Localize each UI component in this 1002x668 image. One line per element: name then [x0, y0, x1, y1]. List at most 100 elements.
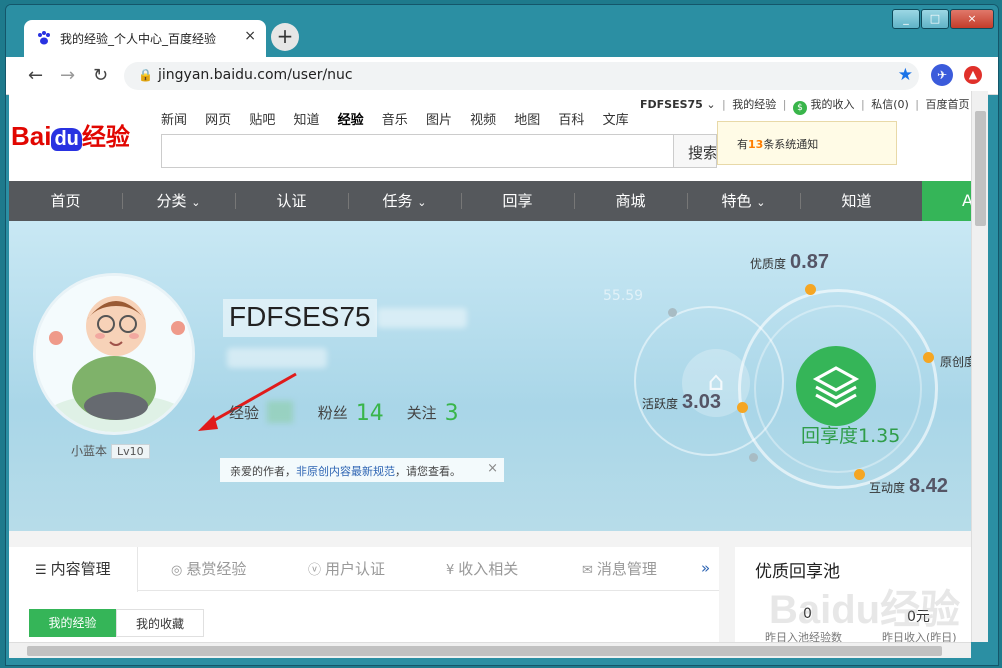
nav-baike[interactable]: 百科	[558, 113, 584, 128]
extension-upload-icon[interactable]: ▲	[964, 66, 982, 84]
main-nav-category-label: 分类	[156, 192, 187, 210]
policy-link[interactable]: 非原创内容最新规范	[296, 465, 395, 478]
main-nav-cert[interactable]: 认证	[235, 181, 348, 221]
yen-icon: ¥	[446, 563, 455, 578]
list-icon: ☰	[35, 563, 47, 578]
browser-tab[interactable]: 我的经验_个人中心_百度经验 ×	[24, 20, 266, 57]
nav-music[interactable]: 音乐	[382, 113, 408, 128]
my-income-link[interactable]: 我的收入	[810, 98, 854, 111]
tab-messages[interactable]: ✉ 消息管理	[582, 547, 657, 591]
original-label: 原创度	[940, 355, 971, 369]
more-tabs-icon[interactable]: »	[701, 559, 710, 577]
main-nav-home[interactable]: 首页	[9, 181, 122, 221]
nav-tieba[interactable]: 贴吧	[249, 113, 275, 128]
vertical-scroll-thumb[interactable]	[975, 111, 986, 226]
activity-value: 3.03	[682, 391, 721, 413]
chevron-down-icon: ⌄	[191, 196, 201, 209]
faint-metric: 55.59	[603, 288, 644, 304]
huixiang-metric: 回享度1.35	[801, 421, 900, 448]
fans-count[interactable]: 14	[356, 401, 384, 426]
follow-count[interactable]: 3	[445, 401, 459, 426]
nav-jingyan[interactable]: 经验	[338, 113, 364, 128]
minimize-button[interactable]: _	[892, 9, 920, 29]
policy-tip: 亲爱的作者，非原创内容最新规范，请您查看。 ×	[220, 458, 504, 482]
nav-video[interactable]: 视频	[470, 113, 496, 128]
maximize-button[interactable]: □	[921, 9, 949, 29]
main-nav-mall[interactable]: 商城	[574, 181, 687, 221]
bookmark-star-icon[interactable]: ★	[898, 65, 913, 85]
main-nav-tasks-label: 任务	[382, 192, 413, 210]
subtab-my-exp[interactable]: 我的经验	[29, 609, 116, 637]
horizontal-scrollbar[interactable]	[9, 642, 971, 658]
user-name-link[interactable]: FDFSES75	[640, 98, 703, 111]
activity-dot	[737, 402, 748, 413]
close-window-button[interactable]: ×	[950, 9, 994, 29]
nav-zhidao[interactable]: 知道	[293, 113, 319, 128]
back-icon[interactable]: ←	[28, 65, 43, 86]
horizontal-scroll-thumb[interactable]	[27, 646, 942, 656]
avatar[interactable]	[33, 273, 195, 435]
logo-jingyan: 经验	[81, 124, 130, 151]
tab-title: 我的经验_个人中心_百度经验	[60, 32, 217, 46]
main-nav-zhidao[interactable]: 知道	[800, 181, 913, 221]
user-bar: FDFSES75 ⌄ | 我的经验 | $ 我的收入 | 私信(0) | 百度首…	[640, 98, 970, 115]
notify-count: 13	[748, 138, 764, 151]
main-nav: 首页 分类 ⌄ 认证 任务 ⌄ 回享 商城 特色 ⌄ 知道 A	[9, 181, 971, 221]
search-button[interactable]: 搜索经验	[673, 134, 717, 168]
tab-user-cert[interactable]: ⓥ 用户认证	[308, 547, 385, 591]
search-input[interactable]	[161, 134, 673, 168]
tab-income[interactable]: ¥ 收入相关	[446, 547, 518, 591]
baidu-paw-icon	[38, 31, 50, 45]
vertical-scrollbar[interactable]	[971, 91, 988, 642]
tab-content-management[interactable]: ☰ 内容管理	[9, 547, 138, 592]
tab-bounty[interactable]: ◎ 悬赏经验	[171, 547, 246, 591]
main-nav-special[interactable]: 特色 ⌄	[687, 181, 800, 221]
tip-close-icon[interactable]: ×	[487, 461, 498, 476]
nav-web[interactable]: 网页	[205, 113, 231, 128]
quality-metric: 优质度 0.87	[750, 251, 829, 274]
chevron-down-icon[interactable]: ⌄	[706, 98, 715, 111]
avatar-nickname: 小蓝本	[71, 444, 108, 458]
new-tab-button[interactable]: +	[271, 23, 299, 51]
main-nav-huixiang[interactable]: 回享	[461, 181, 574, 221]
chevron-down-icon: ⌄	[756, 196, 766, 209]
url-text: jingyan.baidu.com/user/nuc	[158, 67, 353, 83]
follow-label: 关注	[406, 404, 437, 422]
main-nav-category[interactable]: 分类 ⌄	[122, 181, 235, 221]
nav-map[interactable]: 地图	[514, 113, 540, 128]
grey-dot	[668, 308, 677, 317]
messages-link[interactable]: 私信(0)	[871, 98, 909, 111]
mail-icon: ✉	[582, 563, 593, 578]
baidu-home-link[interactable]: 百度首页	[926, 98, 970, 111]
nav-images[interactable]: 图片	[426, 113, 452, 128]
logo-du: du	[51, 128, 82, 151]
subtab-favorites[interactable]: 我的收藏	[116, 609, 204, 637]
nav-wenku[interactable]: 文库	[603, 113, 629, 128]
baidu-jingyan-logo[interactable]: Bai du 经验	[11, 117, 130, 152]
avatar-cartoon-image	[36, 276, 192, 432]
level-badge: Lv10	[111, 444, 150, 459]
main-nav-tasks[interactable]: 任务 ⌄	[348, 181, 461, 221]
tab-bounty-label: 悬赏经验	[186, 560, 247, 578]
nav-news[interactable]: 新闻	[161, 113, 187, 128]
fans-label: 粉丝	[317, 404, 348, 422]
url-field[interactable]: 🔒 jingyan.baidu.com/user/nuc ★	[124, 62, 919, 90]
main-nav-green-button[interactable]: A	[922, 181, 971, 221]
chevron-down-icon: ⌄	[417, 196, 427, 209]
tab-close-icon[interactable]: ×	[244, 28, 256, 44]
verify-icon: ⓥ	[308, 563, 322, 578]
baidu-watermark: Baidu经验	[769, 588, 961, 632]
extension-bird-icon[interactable]: ✈	[931, 64, 953, 86]
activity-label: 活跃度	[642, 397, 679, 411]
tab-content-management-label: 内容管理	[50, 560, 111, 578]
title-bar: 我的经验_个人中心_百度经验 × + _ □ ×	[6, 5, 998, 57]
notification-popup[interactable]: 有13条系统通知	[717, 121, 897, 165]
tab-income-label: 收入相关	[458, 560, 519, 578]
my-exp-link[interactable]: 我的经验	[732, 98, 776, 111]
main-nav-special-label: 特色	[721, 192, 752, 210]
huixiang-layers-icon[interactable]	[796, 346, 876, 426]
reload-icon[interactable]: ↻	[93, 65, 108, 86]
original-dot	[923, 352, 934, 363]
forward-icon[interactable]: →	[60, 65, 75, 86]
interaction-value: 8.42	[909, 475, 948, 497]
